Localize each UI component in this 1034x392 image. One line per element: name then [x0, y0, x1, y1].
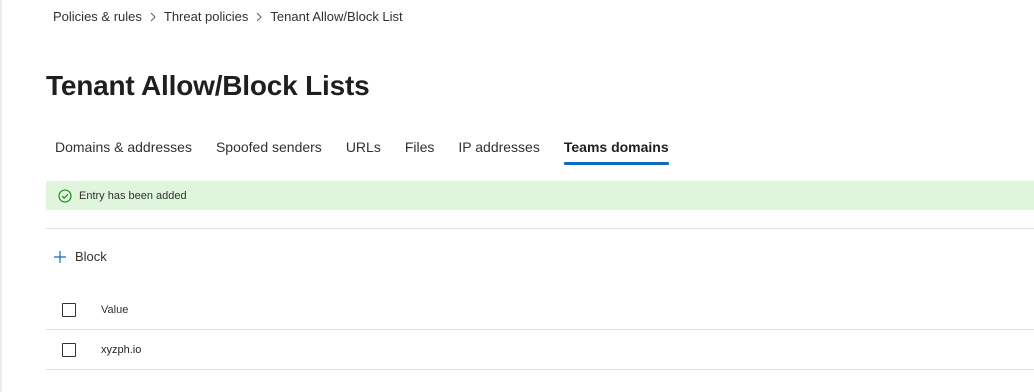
tab-spoofed-senders[interactable]: Spoofed senders [216, 137, 322, 167]
tab-list: Domains & addresses Spoofed senders URLs… [55, 137, 693, 167]
tab-domains-addresses[interactable]: Domains & addresses [55, 137, 192, 167]
table-header-row: Value [46, 290, 1034, 330]
row-value: xyzph.io [101, 343, 142, 356]
select-all-checkbox[interactable] [62, 302, 76, 317]
chevron-right-icon [248, 10, 270, 24]
column-header-value[interactable]: Value [101, 304, 128, 316]
chevron-right-icon [142, 10, 164, 24]
success-check-icon [58, 188, 72, 203]
block-button-label: Block [75, 249, 107, 264]
add-icon [53, 250, 67, 264]
page: Policies & rules Threat policies Tenant … [0, 0, 1034, 392]
breadcrumb: Policies & rules Threat policies Tenant … [53, 9, 403, 24]
page-title: Tenant Allow/Block Lists [46, 70, 370, 101]
row-checkbox[interactable] [62, 342, 76, 357]
breadcrumb-policies-rules[interactable]: Policies & rules [53, 9, 142, 24]
select-all-cell [46, 302, 101, 317]
tab-urls[interactable]: URLs [346, 137, 381, 167]
message-text: Entry has been added [79, 189, 187, 202]
block-button[interactable]: Block [53, 249, 107, 264]
table-row[interactable]: xyzph.io [46, 330, 1034, 370]
entries-table: Value xyzph.io [46, 290, 1034, 370]
divider [46, 228, 1034, 229]
tab-teams-domains[interactable]: Teams domains [563, 137, 669, 167]
breadcrumb-current: Tenant Allow/Block List [270, 9, 403, 24]
tab-files[interactable]: Files [405, 137, 435, 167]
success-message-bar: Entry has been added [46, 181, 1034, 210]
breadcrumb-threat-policies[interactable]: Threat policies [164, 9, 249, 24]
tab-ip-addresses[interactable]: IP addresses [458, 137, 539, 167]
row-select-cell [46, 342, 101, 357]
